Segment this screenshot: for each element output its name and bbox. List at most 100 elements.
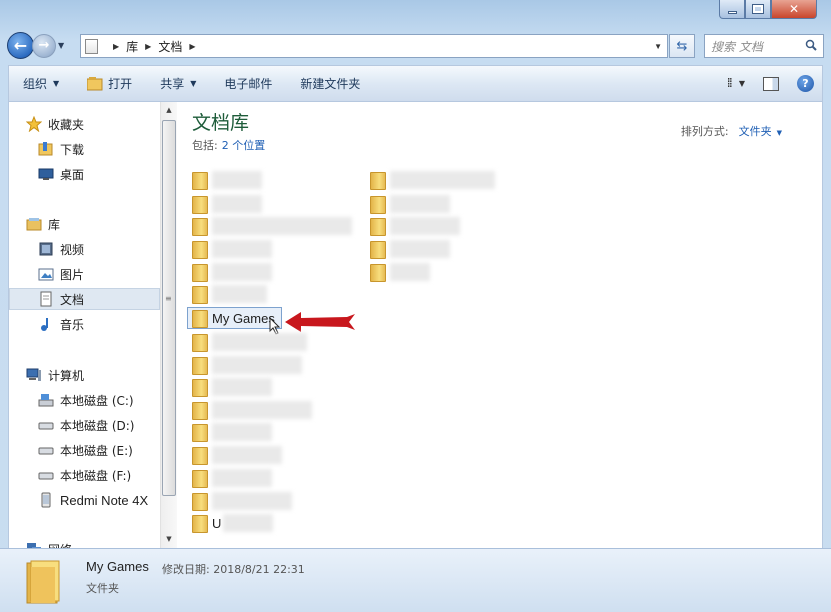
address-bar[interactable]: ▶ 库 ▶ 文档 ▶ ▼ xyxy=(80,34,668,58)
folder-name: U xyxy=(212,515,222,531)
forward-arrow-icon: → xyxy=(38,38,50,53)
nav-pictures-label: 图片 xyxy=(60,267,85,282)
red-arrow-annotation xyxy=(285,312,355,332)
chevron-right-icon[interactable]: ▶ xyxy=(189,42,195,51)
nav-favorites[interactable]: 收藏夹 xyxy=(26,113,84,135)
nav-drive-f[interactable]: 本地磁盘 (F:) xyxy=(38,464,131,486)
folder-item[interactable] xyxy=(192,262,272,282)
folder-item[interactable] xyxy=(370,262,430,282)
nav-videos[interactable]: 视频 xyxy=(38,238,84,260)
folder-item[interactable] xyxy=(370,239,450,259)
nav-drive-e[interactable]: 本地磁盘 (E:) xyxy=(38,439,133,461)
downloads-folder-icon xyxy=(38,142,53,156)
nav-drive-d[interactable]: 本地磁盘 (D:) xyxy=(38,414,134,436)
organize-button[interactable]: 组织 ▼ xyxy=(9,66,73,101)
chevron-down-icon: ▼ xyxy=(190,79,197,88)
folder-icon xyxy=(192,470,208,488)
large-folder-icon xyxy=(26,560,60,604)
nav-computer[interactable]: 计算机 xyxy=(26,364,84,386)
chevron-right-icon[interactable]: ▶ xyxy=(113,42,119,51)
scroll-thumb[interactable] xyxy=(162,120,176,496)
folder-item[interactable] xyxy=(192,491,292,511)
nav-downloads-label: 下载 xyxy=(60,142,85,157)
nav-music[interactable]: 音乐 xyxy=(38,313,84,335)
view-options-button[interactable]: ⁞⁞ ▼ xyxy=(727,76,745,91)
video-icon xyxy=(39,242,53,256)
scroll-grip-icon: ≡ xyxy=(165,294,172,303)
breadcrumb-documents[interactable]: 文档 xyxy=(158,38,182,55)
scroll-down-icon[interactable]: ▼ xyxy=(161,531,177,548)
folder-icon xyxy=(370,241,386,259)
blurred-name xyxy=(212,446,282,464)
nav-pictures[interactable]: 图片 xyxy=(38,263,84,285)
nav-network[interactable]: 网络 xyxy=(26,538,72,548)
maximize-button[interactable] xyxy=(745,0,771,19)
blurred-name xyxy=(390,217,460,235)
folder-item[interactable] xyxy=(192,377,272,397)
window-controls: ✕ xyxy=(719,0,817,20)
folder-item[interactable] xyxy=(192,216,352,236)
folder-item[interactable] xyxy=(370,170,495,190)
chevron-right-icon[interactable]: ▶ xyxy=(145,42,151,51)
chevron-down-icon[interactable]: ▼ xyxy=(777,129,782,137)
email-button[interactable]: 电子邮件 xyxy=(210,66,286,101)
details-type: 文件夹 xyxy=(86,582,119,595)
refresh-button[interactable]: ⇆ xyxy=(669,34,695,58)
arrange-dropdown[interactable]: 文件夹 xyxy=(739,125,772,138)
folder-item[interactable]: U xyxy=(192,513,274,533)
folder-item[interactable] xyxy=(192,194,262,214)
folder-icon xyxy=(192,424,208,442)
folder-item[interactable] xyxy=(192,400,312,420)
navigation-pane: 收藏夹 下载 桌面 库 视频 图片 文档 音乐 计算机 本地磁盘 (C:) 本地… xyxy=(9,102,161,548)
nav-desktop[interactable]: 桌面 xyxy=(38,163,84,185)
nav-phone[interactable]: Redmi Note 4X xyxy=(38,489,148,511)
folder-icon xyxy=(370,196,386,214)
nav-drive-f-label: 本地磁盘 (F:) xyxy=(60,468,132,483)
search-input[interactable]: 搜索 文档 xyxy=(704,34,824,58)
nav-drive-c[interactable]: 本地磁盘 (C:) xyxy=(38,389,134,411)
nav-computer-label: 计算机 xyxy=(48,368,85,383)
folder-item-selected[interactable]: My Games xyxy=(187,307,282,329)
forward-button[interactable]: → xyxy=(32,33,56,58)
scroll-up-icon[interactable]: ▲ xyxy=(161,102,177,119)
breadcrumb-library[interactable]: 库 xyxy=(126,38,138,55)
details-modified: 修改日期: 2018/8/21 22:31 xyxy=(162,563,305,576)
blurred-name xyxy=(390,195,450,213)
folder-item[interactable] xyxy=(192,332,307,352)
folder-item[interactable] xyxy=(192,445,282,465)
share-button[interactable]: 共享 ▼ xyxy=(146,66,210,101)
folder-item[interactable] xyxy=(192,239,272,259)
close-button[interactable]: ✕ xyxy=(771,0,817,19)
blurred-name xyxy=(212,378,272,396)
nav-libraries-label: 库 xyxy=(48,217,61,232)
nav-scrollbar[interactable]: ▲ ≡ ▼ xyxy=(160,102,177,548)
folder-icon xyxy=(192,286,208,304)
new-folder-button[interactable]: 新建文件夹 xyxy=(286,66,374,101)
nav-documents-label: 文档 xyxy=(60,292,85,307)
folder-item[interactable] xyxy=(192,468,272,488)
folder-item[interactable] xyxy=(370,194,450,214)
folder-item[interactable] xyxy=(370,216,460,236)
folder-item[interactable] xyxy=(192,422,272,442)
blurred-name xyxy=(212,492,292,510)
nav-music-label: 音乐 xyxy=(60,317,85,332)
minimize-button[interactable] xyxy=(719,0,745,19)
search-icon[interactable] xyxy=(805,39,817,51)
folder-item[interactable] xyxy=(192,170,262,190)
nav-drive-e-label: 本地磁盘 (E:) xyxy=(60,443,133,458)
nav-downloads[interactable]: 下载 xyxy=(38,138,84,160)
help-button[interactable]: ? xyxy=(797,75,814,92)
minimize-icon xyxy=(727,10,737,14)
nav-documents[interactable]: 文档 xyxy=(9,288,160,310)
folder-item[interactable] xyxy=(192,355,302,375)
nav-libraries[interactable]: 库 xyxy=(26,213,60,235)
preview-pane-button[interactable] xyxy=(763,76,779,91)
includes-locations-link[interactable]: 2 个位置 xyxy=(222,139,266,152)
open-button[interactable]: 打开 xyxy=(73,66,146,101)
drive-icon xyxy=(38,472,54,480)
folder-item[interactable] xyxy=(192,284,267,304)
blurred-name xyxy=(212,423,272,441)
recent-pages-dropdown[interactable]: ▼ xyxy=(58,41,64,50)
address-dropdown-icon[interactable]: ▼ xyxy=(654,42,662,51)
back-button[interactable]: ← xyxy=(7,32,34,59)
